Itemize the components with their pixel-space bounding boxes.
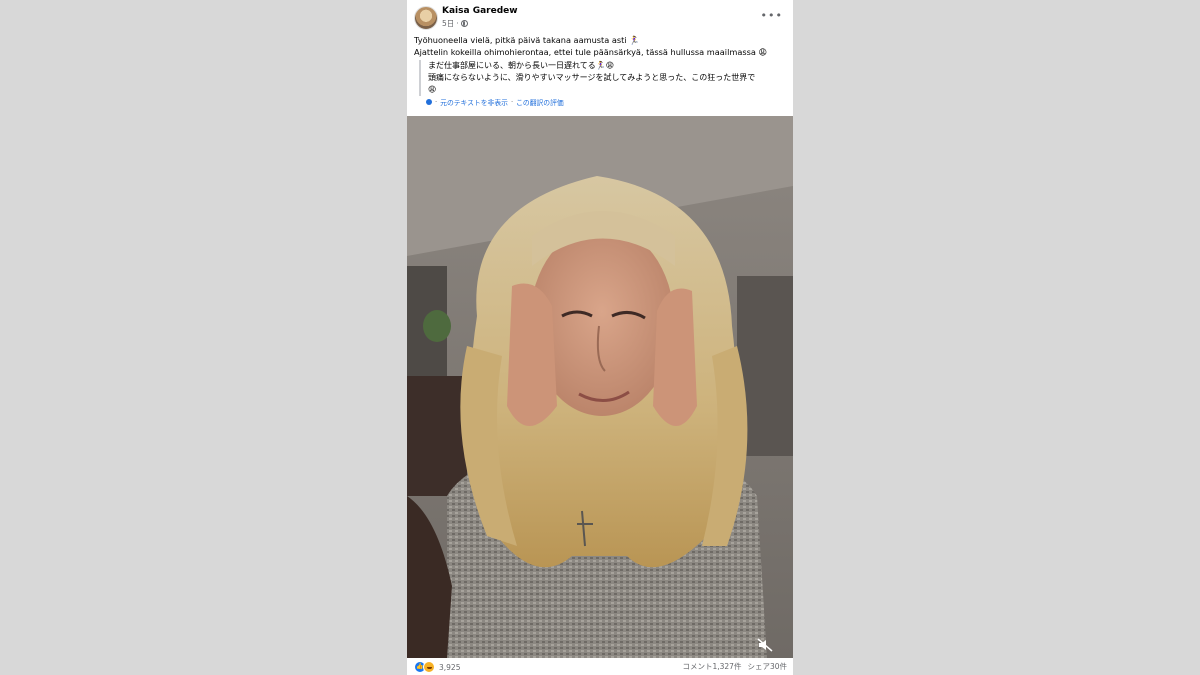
comments-count[interactable]: コメント1,327件 bbox=[682, 661, 741, 672]
hide-original-link[interactable]: 元のテキストを非表示 bbox=[440, 97, 508, 107]
more-options-button[interactable]: ••• bbox=[761, 9, 783, 22]
post-time[interactable]: 5日 bbox=[442, 18, 454, 29]
translated-text-line: 😩 bbox=[428, 85, 437, 94]
avatar[interactable] bbox=[414, 6, 438, 30]
post-footer: 👍 3,925 コメント1,327件 シェア30件 bbox=[407, 658, 793, 675]
translate-icon bbox=[426, 99, 432, 105]
facebook-post: Kaisa Garedew 5日 · ••• Työhuoneella viel… bbox=[407, 0, 793, 675]
translated-text: まだ仕事部屋にいる、朝から長い一日遅れてる🏃‍♀️😩 頭痛にならないように、滑り… bbox=[419, 60, 793, 96]
post-meta: 5日 · bbox=[442, 18, 468, 29]
rate-translation-link[interactable]: この翻訳の評価 bbox=[516, 97, 564, 107]
post-header: Kaisa Garedew 5日 · ••• bbox=[407, 0, 793, 34]
haha-icon bbox=[423, 661, 435, 673]
mute-icon[interactable] bbox=[757, 638, 773, 652]
translate-separator: · bbox=[435, 98, 438, 106]
post-text-line: Työhuoneella vielä, pitkä päivä takana a… bbox=[414, 35, 640, 45]
post-text-line: Ajattelin kokeilla ohimohierontaa, ettei… bbox=[414, 47, 768, 57]
translate-separator: · bbox=[510, 98, 514, 106]
translation-controls: · 元のテキストを非表示 · この翻訳の評価 bbox=[426, 97, 564, 107]
post-text: Työhuoneella vielä, pitkä päivä takana a… bbox=[414, 34, 786, 58]
post-photo[interactable] bbox=[407, 116, 793, 658]
author-name[interactable]: Kaisa Garedew bbox=[442, 6, 518, 16]
reaction-count: 3,925 bbox=[439, 662, 461, 672]
engagement-counts: コメント1,327件 シェア30件 bbox=[682, 661, 787, 672]
translated-text-line: 頭痛にならないように、滑りやすいマッサージを試してみようと思った、この狂った世界… bbox=[428, 73, 756, 82]
meta-separator: · bbox=[456, 19, 459, 28]
selfie-image bbox=[407, 116, 793, 658]
reactions-summary[interactable]: 👍 3,925 bbox=[414, 661, 460, 673]
globe-icon bbox=[460, 20, 468, 27]
shares-count[interactable]: シェア30件 bbox=[747, 661, 787, 672]
translated-text-line: まだ仕事部屋にいる、朝から長い一日遅れてる🏃‍♀️😩 bbox=[428, 61, 615, 70]
